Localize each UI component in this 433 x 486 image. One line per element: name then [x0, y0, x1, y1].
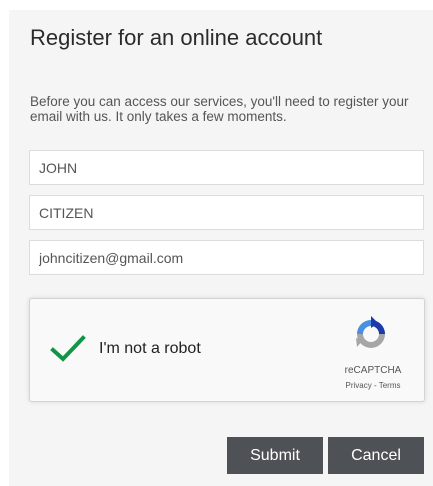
registration-panel: Register for an online account Before yo…: [9, 10, 433, 486]
submit-button[interactable]: Submit: [227, 437, 323, 474]
recaptcha-links: Privacy - Terms: [332, 381, 414, 390]
privacy-link[interactable]: Privacy: [346, 381, 372, 390]
not-robot-label: I'm not a robot: [99, 340, 201, 357]
page-title: Register for an online account: [30, 25, 323, 50]
email-field[interactable]: [29, 240, 424, 275]
first-name-field[interactable]: [29, 150, 424, 185]
recaptcha-brand: reCAPTCHA: [344, 365, 402, 376]
terms-link[interactable]: Terms: [379, 381, 401, 390]
cancel-button[interactable]: Cancel: [328, 437, 424, 474]
recaptcha-logo-icon: [353, 316, 389, 352]
checkmark-icon[interactable]: [50, 335, 86, 363]
recaptcha-widget: I'm not a robot reCAPTCHA Privacy - Term…: [29, 298, 425, 402]
last-name-field[interactable]: [29, 195, 424, 230]
links-separator: -: [371, 381, 379, 390]
intro-text: Before you can access our services, you'…: [30, 94, 409, 124]
